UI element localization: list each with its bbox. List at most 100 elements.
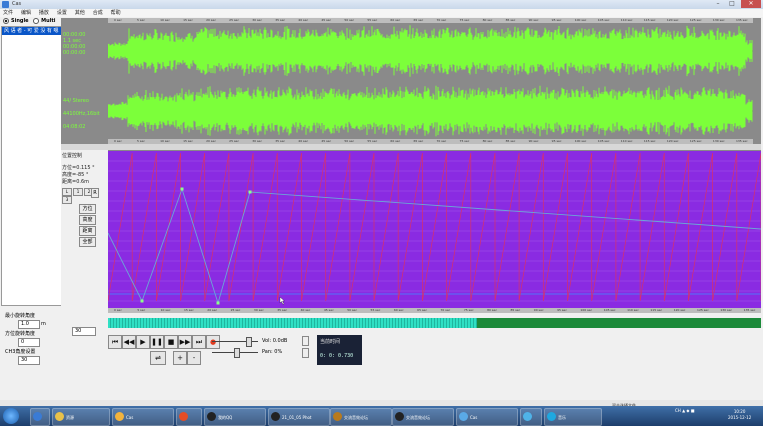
maximize-button[interactable]: □ [725, 0, 739, 8]
record-button[interactable]: ● [206, 335, 220, 349]
taskbar-item[interactable]: 我的QQ [204, 408, 266, 426]
taskbar-item[interactable] [30, 408, 50, 426]
taskbar-app-icon [179, 412, 188, 421]
all-button[interactable]: 全部 [79, 237, 96, 247]
system-tray[interactable]: CH ▲ ◆ ■ [675, 408, 695, 413]
taskbar-app-icon [333, 412, 342, 421]
curve-keyframe[interactable] [140, 299, 144, 303]
ruler-label: 125 sec [689, 139, 702, 143]
ch3-angle-field[interactable]: 30 [18, 356, 40, 365]
menu-bar: 文件 编辑 播放 设置 其他 合成 帮助 [0, 9, 763, 17]
menu-help[interactable]: 帮助 [108, 9, 124, 17]
elevation-button[interactable]: 高度 [79, 215, 96, 225]
angle-value-box[interactable]: 30 [72, 327, 96, 336]
play-button[interactable]: ▶ [136, 335, 150, 349]
skip-end-button[interactable]: ⏭ [192, 335, 206, 349]
menu-file[interactable]: 文件 [0, 9, 16, 17]
ruler-label: 110 sec [620, 139, 633, 143]
taskbar-item[interactable] [176, 408, 202, 426]
min-rotation-field[interactable]: 1.0 [18, 320, 40, 329]
taskbar: CH ▲ ◆ ■ 10:20 2015-12-12 资源 Cas 我的QQ 21_01… [0, 406, 763, 426]
taskbar-item[interactable]: Cas [456, 408, 518, 426]
ruler-label: 135 sec [735, 139, 748, 143]
ruler-label: 50 sec [347, 308, 358, 312]
ruler-label: 10 sec [160, 139, 170, 143]
taskbar-app-icon [115, 412, 124, 421]
ruler-label: 90 sec [528, 139, 539, 143]
zoom-out-button[interactable]: - [187, 351, 201, 365]
ruler-label: 35 sec [277, 308, 288, 312]
pan-readout: Pan: 0% [262, 349, 283, 355]
menu-synth[interactable]: 合成 [90, 9, 106, 17]
taskbar-app-icon [459, 412, 468, 421]
ruler-label: 30 sec [252, 139, 263, 143]
radio-unchecked-icon[interactable] [33, 17, 40, 24]
file-list[interactable]: 风 语 者 - 可 爱 没 有 嗯 [1, 26, 62, 306]
ruler-label: 30 sec [252, 18, 263, 22]
pan-spinner[interactable] [302, 348, 309, 358]
curve-keyframe[interactable] [216, 301, 220, 305]
ruler-label: 120 sec [666, 139, 679, 143]
taskbar-item[interactable]: 音乐 [544, 408, 602, 426]
curve-keyframe[interactable] [180, 187, 184, 191]
ruler-label: 135 sec [735, 18, 748, 22]
ruler-label: 25 sec [229, 139, 240, 143]
ruler-label: 120 sec [666, 18, 679, 22]
ruler-label: 5 sec [137, 18, 145, 22]
volume-slider-knob[interactable] [246, 337, 252, 347]
ruler-label: 10 sec [160, 308, 171, 312]
waveform-display[interactable] [108, 23, 753, 139]
channel-button[interactable]: L [62, 188, 72, 196]
start-button[interactable] [3, 408, 19, 424]
pause-button[interactable]: ❚❚ [150, 335, 164, 349]
wave-rate: 44100Hz,16bit [63, 111, 100, 117]
volume-readout: Vol: 0.0dB [262, 338, 288, 344]
ruler-label: 110 sec [620, 18, 633, 22]
taskbar-item[interactable]: 21_01_05 Phot [268, 408, 330, 426]
channel-button[interactable]: 3 [62, 196, 72, 204]
menu-settings[interactable]: 设置 [54, 9, 70, 17]
ruler-label: 130 sec [720, 308, 733, 312]
taskbar-clock[interactable]: 10:20 2015-12-12 [728, 409, 751, 421]
taskbar-item[interactable]: 交流音效论坛 [330, 408, 392, 426]
minimize-button[interactable]: – [711, 0, 725, 8]
fast-forward-button[interactable]: ▶▶ [178, 335, 192, 349]
taskbar-item[interactable]: 交流音效论坛 [392, 408, 454, 426]
ruler-label: 85 sec [510, 308, 521, 312]
plot-time-ruler: 0 sec 5 sec 10 sec 15 sec 20 sec 25 sec 30 sec… [108, 308, 761, 313]
position-automation-plot[interactable] [108, 151, 761, 308]
ruler-label: 60 sec [390, 139, 401, 143]
ruler-label: 65 sec [413, 18, 424, 22]
azimuth-button[interactable]: 方位 [79, 204, 96, 214]
taskbar-item[interactable]: 资源 [52, 408, 110, 426]
close-button[interactable]: ✕ [741, 0, 761, 8]
channel-button-r[interactable]: R [91, 188, 99, 198]
window-title: Cas [12, 1, 22, 7]
taskbar-item[interactable]: Cas [112, 408, 174, 426]
pan-slider[interactable] [212, 348, 258, 358]
mode-single[interactable]: Single [3, 17, 29, 26]
file-list-item[interactable]: 风 语 者 - 可 爱 没 有 嗯 [2, 27, 61, 35]
radio-checked-icon[interactable] [3, 17, 9, 24]
distance-button[interactable]: 距离 [79, 226, 96, 236]
ruler-label: 100 sec [580, 308, 593, 312]
stop-button[interactable]: ■ [164, 335, 178, 349]
ruler-label: 80 sec [487, 308, 497, 312]
rewind-button[interactable]: ◀◀ [122, 335, 136, 349]
menu-play[interactable]: 播放 [36, 9, 52, 17]
mode-multi[interactable]: Multi [33, 17, 56, 26]
taskbar-item[interactable] [520, 408, 542, 426]
volume-slider[interactable] [212, 337, 258, 347]
taskbar-item-label: 我的QQ [218, 415, 233, 420]
menu-edit[interactable]: 编辑 [18, 9, 34, 17]
channel-button[interactable]: 1 [73, 188, 83, 196]
skip-start-button[interactable]: ⏮ [108, 335, 122, 349]
pan-slider-knob[interactable] [234, 348, 240, 358]
menu-other[interactable]: 其他 [72, 9, 88, 17]
playback-progress[interactable] [108, 318, 761, 328]
curve-keyframe[interactable] [248, 190, 252, 194]
azimuth-rotation-field[interactable]: 0 [18, 338, 40, 347]
loop-button[interactable]: ⇌ [150, 351, 166, 365]
volume-spinner[interactable] [302, 336, 309, 346]
zoom-in-button[interactable]: + [173, 351, 187, 365]
